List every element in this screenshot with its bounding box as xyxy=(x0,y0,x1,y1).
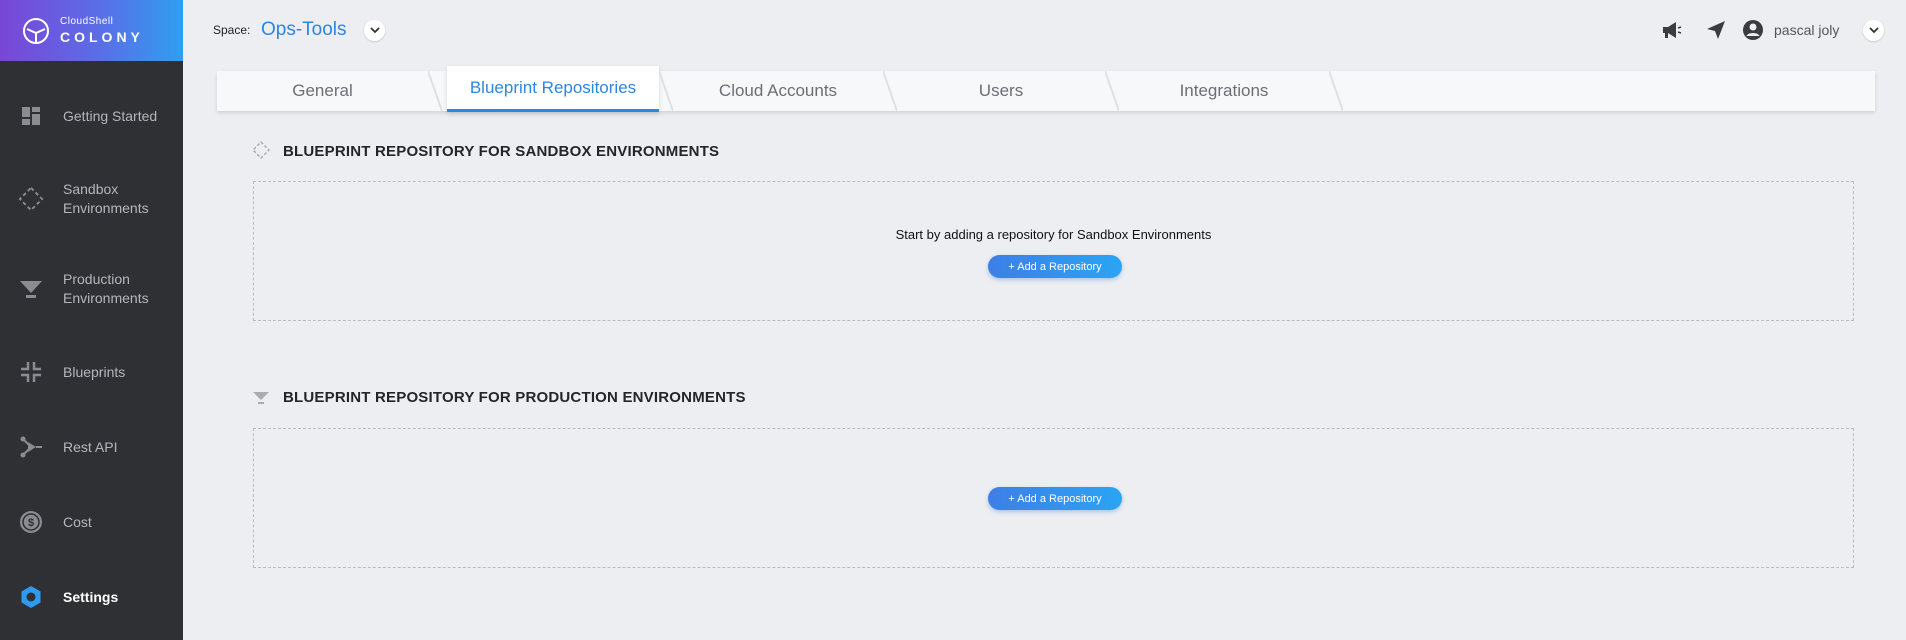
sidebar-item-label: Settings xyxy=(63,588,119,605)
tab-integrations[interactable]: Integrations xyxy=(1119,71,1329,111)
sidebar-item-rest-api[interactable]: Rest API xyxy=(0,433,183,461)
sidebar-item-label: Getting Started xyxy=(63,107,158,124)
megaphone-icon[interactable] xyxy=(1659,18,1683,42)
brand-big-text: COLONY xyxy=(60,29,144,45)
sidebar-item-settings[interactable]: Settings xyxy=(0,583,183,611)
production-section-title: BLUEPRINT REPOSITORY FOR PRODUCTION ENVI… xyxy=(283,389,746,406)
chevron-down-icon[interactable] xyxy=(364,20,385,41)
sandbox-diamond-icon xyxy=(252,141,270,159)
dashboard-icon xyxy=(18,103,44,129)
sandbox-section-title: BLUEPRINT REPOSITORY FOR SANDBOX ENVIRON… xyxy=(283,143,720,160)
tab-label: Blueprint Repositories xyxy=(469,77,637,97)
blueprint-icon xyxy=(18,359,44,385)
sidebar-item-label: Production Environments xyxy=(63,271,149,306)
sidebar-item-cost[interactable]: $ Cost xyxy=(0,508,183,536)
api-icon xyxy=(18,434,44,460)
tab-divider xyxy=(1105,71,1119,111)
dollar-coin-icon: $ xyxy=(18,509,44,535)
top-bar: Space: Ops-Tools pascal joly xyxy=(183,0,1906,61)
tab-divider xyxy=(1329,71,1343,111)
colony-logo-icon xyxy=(23,17,49,44)
sidebar: CloudShell COLONY Getting Started Sandbo… xyxy=(0,0,183,640)
sandbox-repository-dropzone: Start by adding a repository for Sandbox… xyxy=(253,181,1854,321)
send-icon[interactable] xyxy=(1704,18,1728,42)
colony-logo[interactable]: CloudShell COLONY xyxy=(0,0,183,61)
svg-text:$: $ xyxy=(28,517,34,529)
tab-users[interactable]: Users xyxy=(897,71,1105,111)
sidebar-item-label: Blueprints xyxy=(63,363,126,380)
tab-label: Integrations xyxy=(1179,81,1269,100)
production-funnel-icon xyxy=(18,276,44,302)
tab-general[interactable]: General xyxy=(217,71,428,111)
tab-divider xyxy=(428,71,442,111)
sandbox-diamond-icon xyxy=(18,186,44,212)
user-name[interactable]: pascal joly xyxy=(1774,22,1839,38)
add-production-repository-button[interactable]: + Add a Repository xyxy=(988,487,1122,510)
gear-icon xyxy=(18,584,44,610)
tab-label: Cloud Accounts xyxy=(718,81,838,100)
user-avatar-icon[interactable] xyxy=(1741,18,1765,42)
sidebar-item-label: Rest API xyxy=(63,438,118,455)
sidebar-item-production-environments[interactable]: Production Environments xyxy=(0,268,183,310)
settings-tabs: General Blueprint Repositories Cloud Acc… xyxy=(217,66,1875,112)
sidebar-item-blueprints[interactable]: Blueprints xyxy=(0,358,183,386)
space-selector-value[interactable]: Ops-Tools xyxy=(261,19,347,41)
production-funnel-icon xyxy=(253,392,269,404)
sidebar-item-label: Sandbox Environments xyxy=(63,181,149,216)
sidebar-item-getting-started[interactable]: Getting Started xyxy=(0,100,183,132)
tab-divider xyxy=(883,71,897,111)
tab-cloud-accounts[interactable]: Cloud Accounts xyxy=(673,71,883,111)
tab-label: General xyxy=(292,81,353,100)
production-repository-dropzone: + Add a Repository xyxy=(253,428,1854,568)
tab-divider xyxy=(659,71,673,111)
tab-label: Users xyxy=(978,81,1024,100)
chevron-down-icon[interactable] xyxy=(1863,20,1884,41)
brand-small-text: CloudShell xyxy=(60,16,114,27)
sandbox-empty-message: Start by adding a repository for Sandbox… xyxy=(895,227,1212,242)
space-label: Space: xyxy=(213,23,251,37)
sidebar-item-sandbox-environments[interactable]: Sandbox Environments xyxy=(0,178,183,220)
add-sandbox-repository-button[interactable]: + Add a Repository xyxy=(988,255,1122,278)
tab-blueprint-repositories[interactable]: Blueprint Repositories xyxy=(447,66,659,112)
sidebar-item-label: Cost xyxy=(63,513,92,530)
